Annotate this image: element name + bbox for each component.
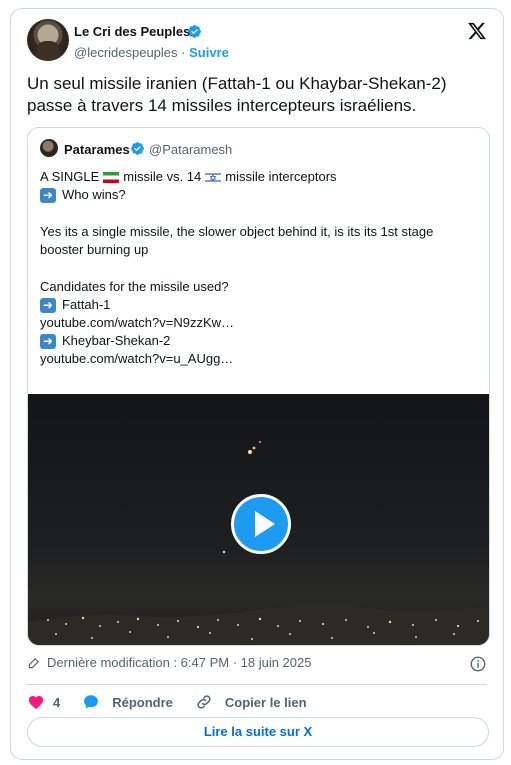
quoted-link-1[interactable]: youtube.com/watch?v=N9zzKw… <box>40 314 480 332</box>
copy-link-label: Copier le lien <box>224 694 307 710</box>
quoted-candidate-2: ➜ Kheybar-Shekan-2 <box>40 332 480 350</box>
quoted-author-handle: @Pataramesh <box>149 142 233 157</box>
author-handle[interactable]: @lecridespeuples <box>74 45 178 60</box>
like-button[interactable]: 4 <box>27 693 60 711</box>
quoted-question: Who wins? <box>62 187 126 202</box>
edit-pencil-icon <box>28 657 39 668</box>
follow-link[interactable]: Suivre <box>189 45 229 60</box>
quoted-link-2[interactable]: youtube.com/watch?v=u_AUgg… <box>40 350 480 368</box>
reply-button[interactable]: Répondre <box>82 693 173 711</box>
arrow-right-icon: ➜ <box>40 333 56 349</box>
quoted-line-1: A SINGLE missile vs. 14 missile intercep… <box>40 168 480 188</box>
quoted-text-a: A SINGLE <box>40 169 100 184</box>
verified-badge-icon <box>188 25 201 38</box>
author-name[interactable]: Le Cri des Peuples <box>74 24 190 39</box>
copy-link-button[interactable]: Copier le lien <box>195 693 307 711</box>
quoted-author-name: Patarames <box>64 142 130 157</box>
quoted-candidate-1: ➜ Fattah-1 <box>40 296 480 314</box>
author-avatar[interactable] <box>27 19 69 61</box>
embedded-tweet-card: Le Cri des Peuples @lecridespeuples · Su… <box>10 8 504 760</box>
iran-flag-icon <box>103 171 120 183</box>
quoted-candidates-title: Candidates for the missile used? <box>40 279 229 294</box>
quoted-line-2: ➜ Who wins? <box>40 186 480 204</box>
quoted-author-avatar <box>40 139 58 157</box>
like-count: 4 <box>53 694 61 710</box>
arrow-right-icon: ➜ <box>40 187 56 203</box>
info-icon[interactable] <box>469 655 487 673</box>
modified-date[interactable]: Dernière modification : 6:47 PM · 18 jui… <box>47 655 311 670</box>
read-more-button[interactable]: Lire la suite sur X <box>27 717 489 747</box>
quoted-paragraph-2: Yes its a single missile, the slower obj… <box>40 224 434 257</box>
author-handle-line: @lecridespeuples · Suivre <box>74 45 229 60</box>
quoted-tweet-body: A SINGLE missile vs. 14 missile intercep… <box>40 168 480 368</box>
modified-meta: Dernière modification : 6:47 PM · 18 jui… <box>27 655 311 670</box>
candidate-1-label: Fattah-1 <box>62 297 111 312</box>
separator-dot: · <box>181 45 186 60</box>
quoted-text-b: missile vs. 14 <box>123 169 202 184</box>
arrow-right-icon: ➜ <box>40 297 56 313</box>
divider <box>27 684 487 685</box>
israel-flag-icon <box>205 170 222 188</box>
reply-label: Répondre <box>112 694 173 710</box>
reply-bubble-icon <box>84 695 99 709</box>
link-chain-icon <box>197 695 211 709</box>
heart-icon <box>28 696 44 710</box>
tweet-text: Un seul missile iranien (Fattah-1 ou Kha… <box>27 74 447 115</box>
video-thumbnail[interactable] <box>28 394 489 645</box>
quoted-tweet[interactable]: Patarames @Pataramesh A SINGLE missile v… <box>27 127 490 646</box>
x-logo-icon[interactable] <box>467 21 487 41</box>
action-bar: 4 Répondre Copier le lien <box>27 691 329 713</box>
quoted-text-c: missile interceptors <box>225 169 337 184</box>
candidate-2-label: Kheybar-Shekan-2 <box>62 333 171 348</box>
play-button[interactable] <box>231 494 291 554</box>
quoted-verified-badge-icon <box>131 142 144 155</box>
